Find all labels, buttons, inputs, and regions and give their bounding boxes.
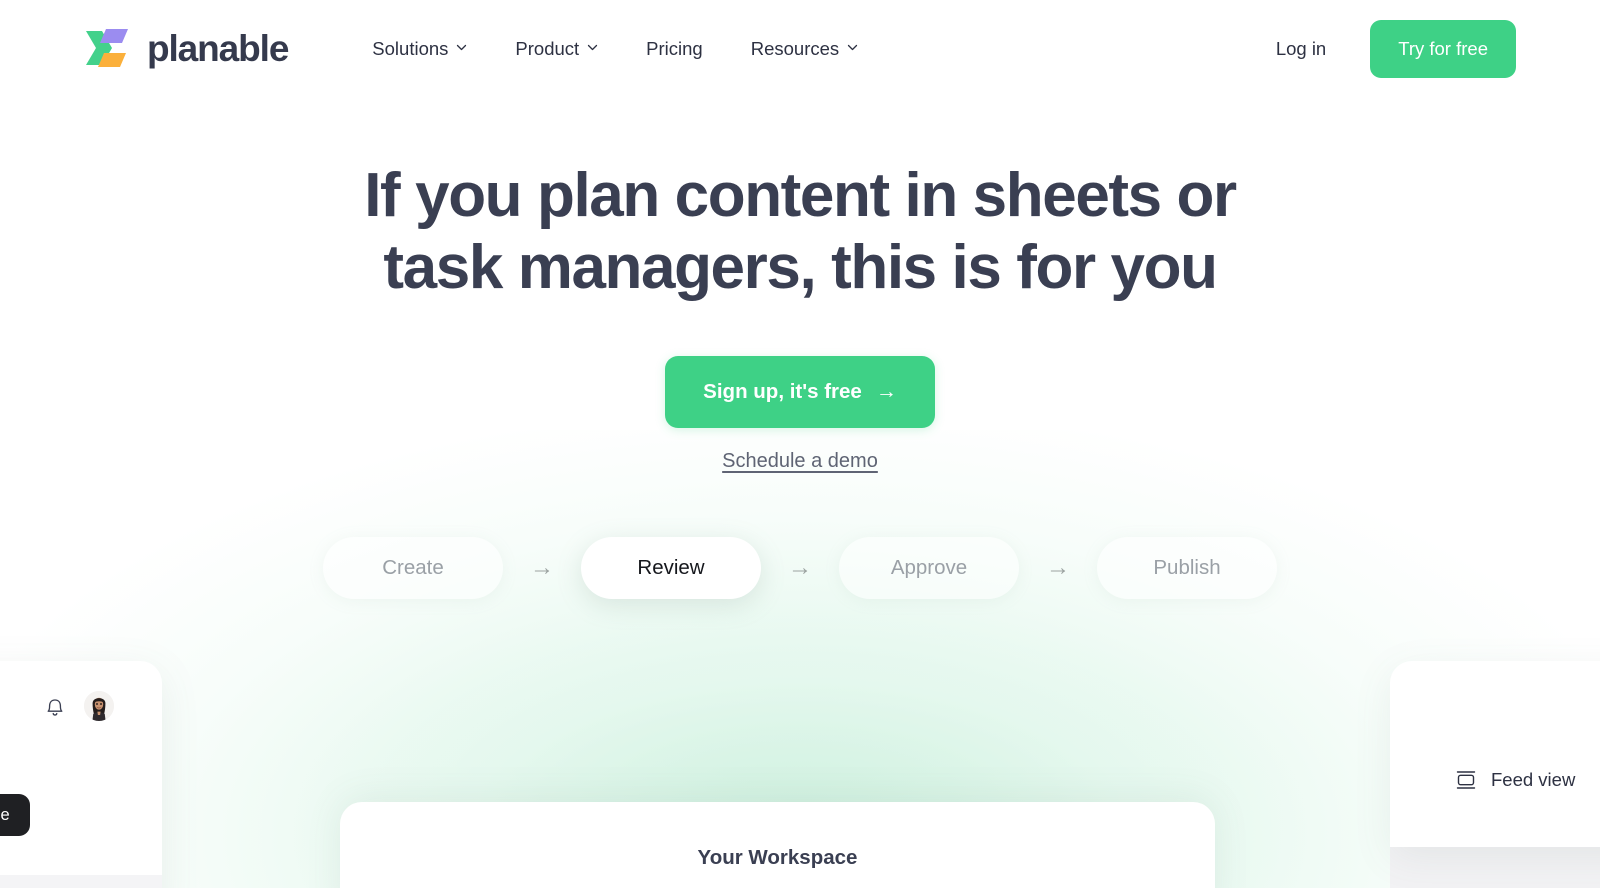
brand-logo[interactable]: planable <box>84 23 289 75</box>
app-mock-workspace-card: Your Workspace <box>340 802 1215 888</box>
workflow-steps: Create → Review → Approve → Publish <box>323 536 1277 599</box>
headline-line-1: If you plan content in sheets or <box>364 161 1237 230</box>
nav-item-resources[interactable]: Resources <box>727 28 882 70</box>
chevron-down-icon <box>847 42 858 53</box>
schedule-demo-link[interactable]: Schedule a demo <box>722 450 878 473</box>
main-navigation: Solutions Product Pricing Resources <box>348 28 882 70</box>
workflow-step-review[interactable]: Review <box>581 536 761 599</box>
avatar-photo <box>84 691 114 721</box>
workflow-arrow-icon: → <box>530 553 554 581</box>
nav-item-product[interactable]: Product <box>491 28 622 70</box>
site-header: planable Solutions Product Pricing Resou… <box>0 0 1600 98</box>
app-mock-right-panel: Feed view <box>1390 661 1600 847</box>
user-avatar[interactable] <box>84 691 114 721</box>
nav-item-label: Solutions <box>372 38 449 59</box>
page-title: If you plan content in sheets or task ma… <box>300 160 1300 304</box>
brand-name: planable <box>147 28 289 69</box>
headline-line-2: task managers, this is for you <box>383 232 1218 302</box>
compose-button[interactable]: + Compose <box>0 794 30 836</box>
nav-item-solutions[interactable]: Solutions <box>348 28 491 70</box>
try-for-free-button[interactable]: Try for free <box>1370 20 1516 78</box>
bell-icon[interactable] <box>44 695 66 718</box>
workflow-step-create[interactable]: Create <box>323 536 503 599</box>
nav-item-label: Resources <box>750 38 840 59</box>
arrow-right-icon: → <box>875 380 897 404</box>
landing-page: planable Solutions Product Pricing Resou… <box>0 0 1600 888</box>
nav-item-label: Pricing <box>646 38 703 59</box>
planable-pinwheel-logo-icon <box>86 29 128 67</box>
workflow-arrow-icon: → <box>788 553 812 581</box>
signup-cta-button[interactable]: Sign up, it's free → <box>665 355 935 428</box>
app-mock-left-panel-header <box>0 661 162 751</box>
workflow-step-label: Review <box>637 555 705 579</box>
app-mock-left-panel: + Compose <box>0 661 162 888</box>
nav-item-label: Product <box>515 38 580 59</box>
workflow-step-publish[interactable]: Publish <box>1097 536 1277 599</box>
workflow-step-approve[interactable]: Approve <box>839 536 1019 599</box>
signup-cta-label: Sign up, it's free <box>703 379 862 403</box>
nav-item-pricing[interactable]: Pricing <box>622 28 727 70</box>
header-actions: Log in Try for free <box>1254 20 1516 78</box>
app-mock-left-panel-footer <box>0 875 162 888</box>
feed-view-icon <box>1456 771 1476 789</box>
compose-label: Compose <box>0 805 10 824</box>
workflow-arrow-icon: → <box>1046 553 1070 581</box>
workspace-title: Your Workspace <box>697 846 858 869</box>
app-mock-right-panel-footer <box>1390 847 1600 888</box>
feed-view-label: Feed view <box>1491 769 1576 790</box>
workflow-step-label: Create <box>382 555 444 579</box>
workflow-step-label: Approve <box>890 555 968 579</box>
chevron-down-icon <box>587 42 598 53</box>
login-link[interactable]: Log in <box>1254 28 1348 70</box>
feed-view-toggle[interactable]: Feed view <box>1455 769 1575 791</box>
chevron-down-icon <box>456 42 467 53</box>
workflow-step-label: Publish <box>1153 555 1221 579</box>
